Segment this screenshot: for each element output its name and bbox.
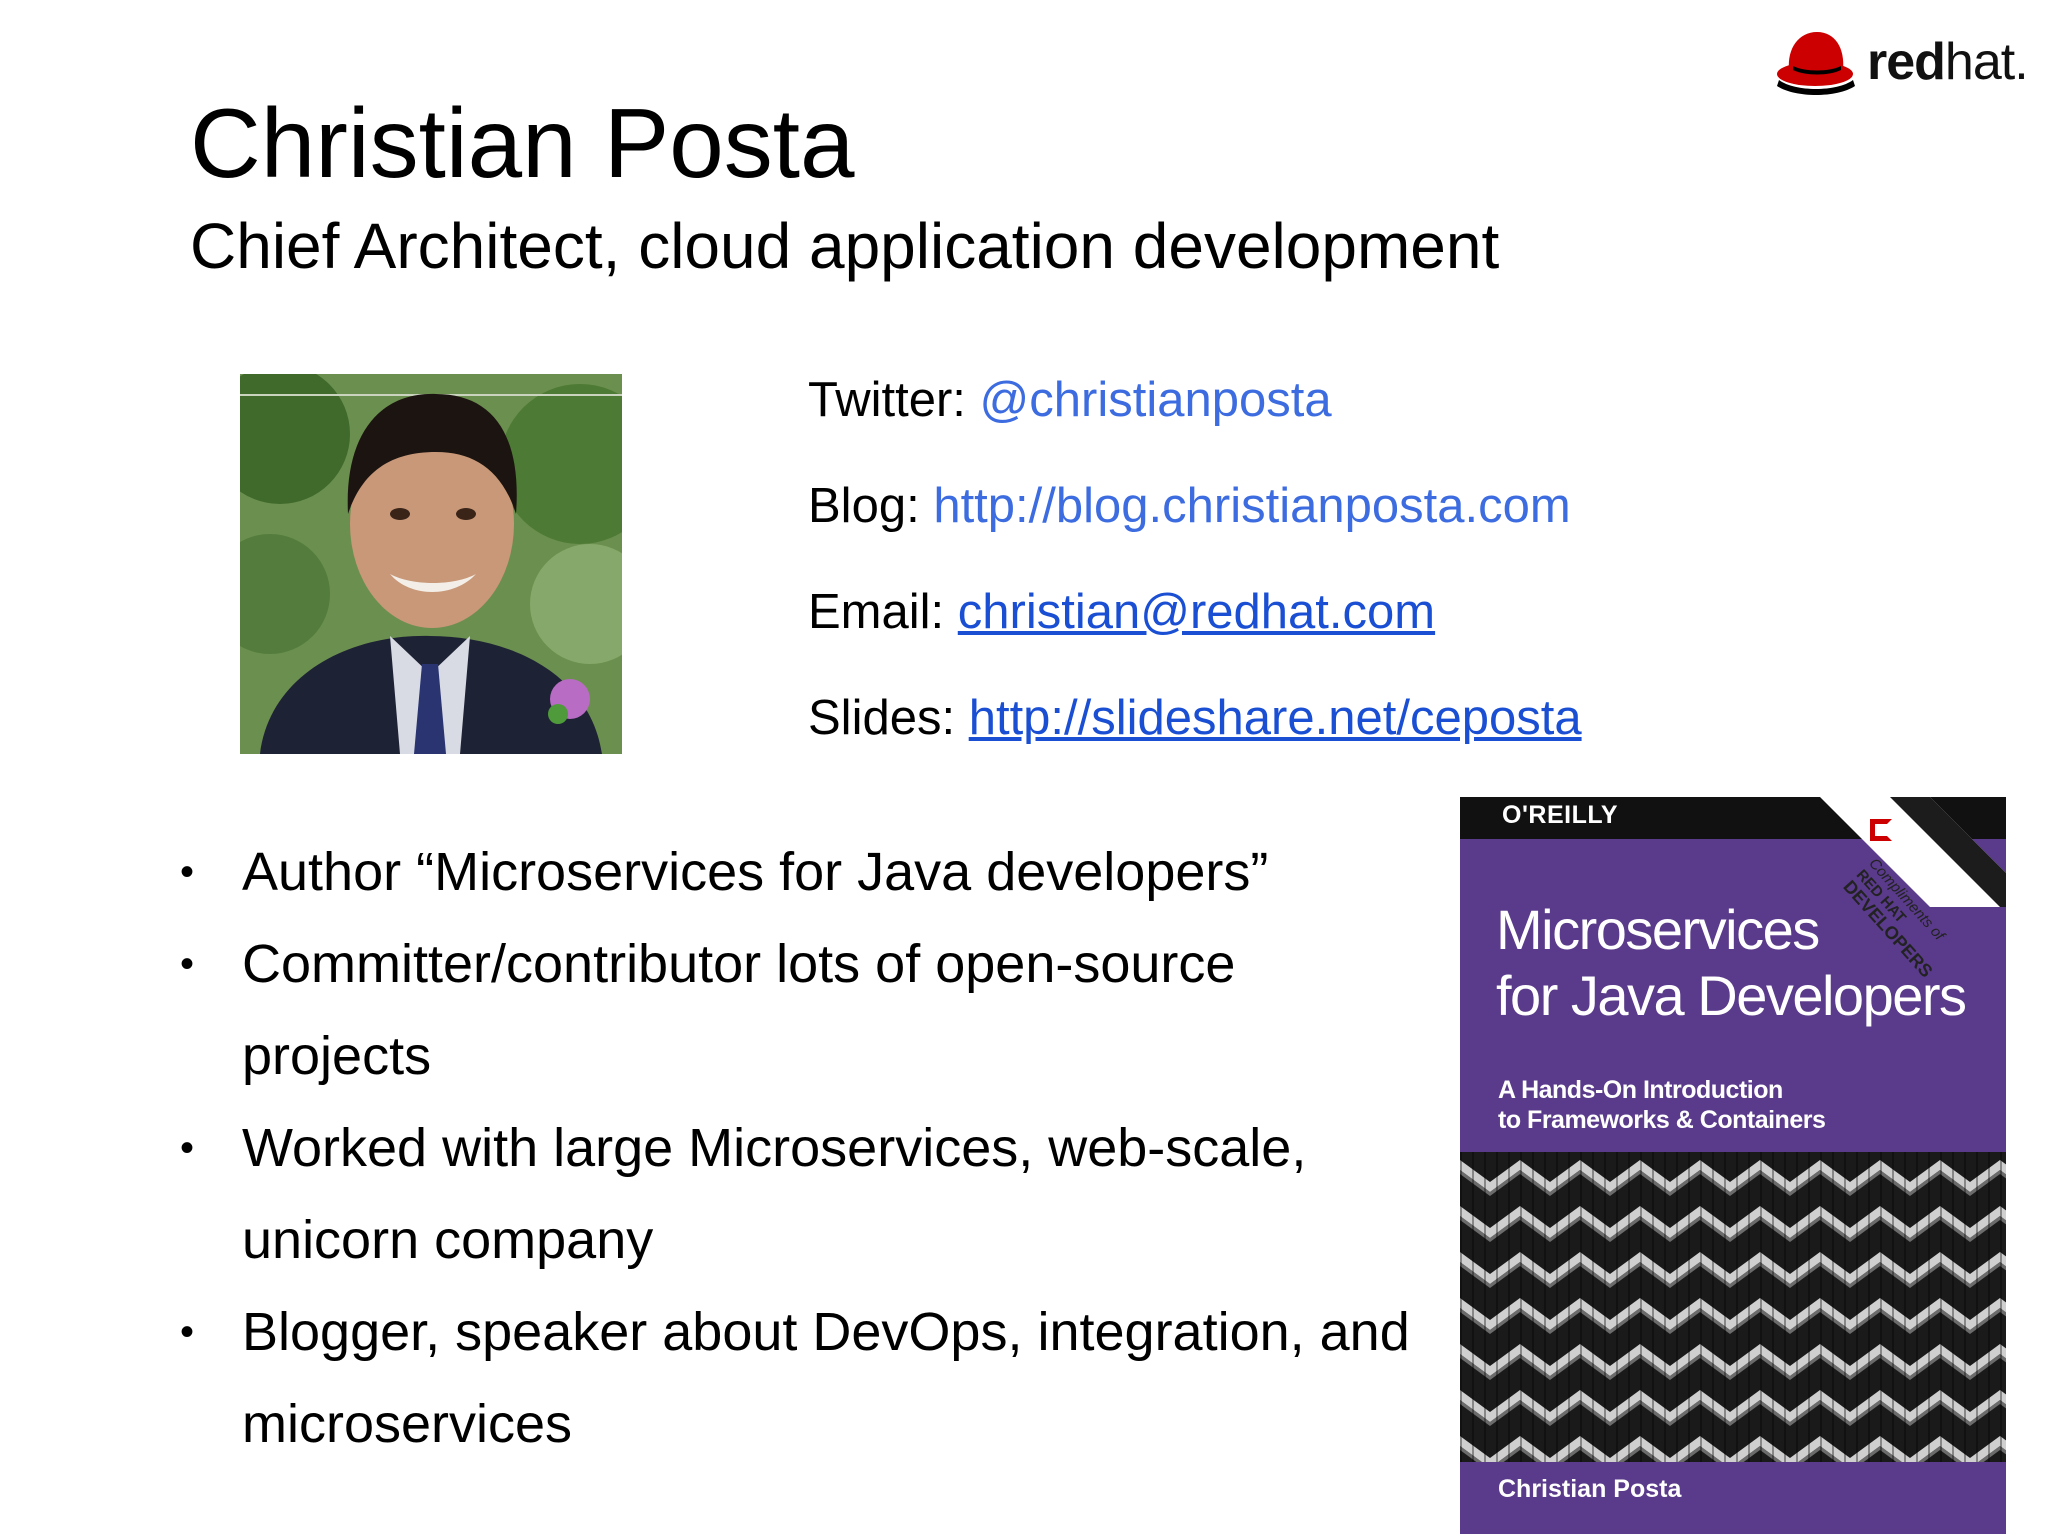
twitter-link[interactable]: @christianposta: [980, 373, 1332, 427]
book-cover-photo: [1460, 1152, 2006, 1462]
redhat-wordmark: redhat.: [1867, 32, 2029, 92]
bullet-text: Author “Microservices for Java developer…: [242, 842, 1269, 902]
contact-slides: Slides: http://slideshare.net/ceposta: [808, 688, 1582, 748]
wordmark-dot: .: [2014, 33, 2028, 91]
redhat-logo: redhat.: [1775, 26, 2029, 96]
bullet-icon: •: [180, 850, 195, 894]
list-item: • Worked with large Microservices, web-s…: [180, 1102, 1422, 1286]
bullet-text: Blogger, speaker about DevOps, integrati…: [242, 1302, 1410, 1454]
bullet-text: Worked with large Microservices, web-sca…: [242, 1118, 1307, 1270]
wordmark-hat: hat: [1944, 33, 2015, 91]
bullet-icon: •: [180, 942, 195, 986]
wordmark-red: red: [1867, 33, 1946, 91]
contact-twitter: Twitter: @christianposta: [808, 370, 1332, 430]
book-title-line-2: for Java Developers: [1496, 964, 1967, 1027]
book-title-line-1: Microservices: [1496, 898, 1820, 961]
contact-label: Twitter:: [808, 373, 966, 427]
contact-label: Slides:: [808, 691, 956, 745]
book-subtitle-line-1: A Hands-On Introduction: [1498, 1076, 1783, 1104]
book-cover: O'REILLY Compliments of RED HAT DEVELOPE…: [1460, 797, 2006, 1534]
contact-blog: Blog: http://blog.christianposta.com: [808, 476, 1571, 536]
book-author: Christian Posta: [1498, 1475, 1682, 1503]
book-subtitle-line-2: to Frameworks & Containers: [1498, 1106, 1826, 1134]
page-subtitle: Chief Architect, cloud application devel…: [190, 210, 1500, 282]
blog-link[interactable]: http://blog.christianposta.com: [933, 479, 1570, 533]
email-link[interactable]: christian@redhat.com: [958, 585, 1435, 639]
list-item: • Blogger, speaker about DevOps, integra…: [180, 1286, 1422, 1470]
bullet-text: Committer/contributor lots of open-sourc…: [242, 934, 1236, 1086]
book-title: Microservices for Java Developers: [1496, 897, 1967, 1029]
contact-label: Blog:: [808, 479, 920, 533]
profile-photo: [240, 374, 622, 754]
book-publisher: O'REILLY: [1502, 801, 1618, 829]
list-item: • Author “Microservices for Java develop…: [180, 826, 1420, 918]
page-title: Christian Posta: [190, 88, 855, 198]
bullet-icon: •: [180, 1126, 195, 1170]
bio-bullet-list: • Author “Microservices for Java develop…: [180, 826, 1420, 1470]
slides-link[interactable]: http://slideshare.net/ceposta: [969, 691, 1582, 745]
developers-badge-icon: [1870, 819, 1892, 841]
book-subtitle: A Hands-On Introduction to Frameworks & …: [1498, 1075, 1826, 1135]
contact-email: Email: christian@redhat.com: [808, 582, 1435, 642]
redhat-shadowman-icon: [1777, 32, 1855, 95]
list-item: • Committer/contributor lots of open-sou…: [180, 918, 1362, 1102]
contact-label: Email:: [808, 585, 945, 639]
bullet-icon: •: [180, 1310, 195, 1354]
